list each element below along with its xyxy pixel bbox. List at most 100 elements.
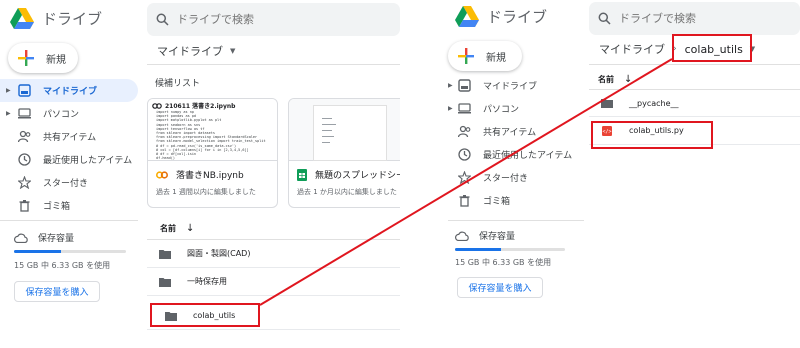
sidebar-item-label: パソコン [483,105,520,115]
storage-quota-fill [455,248,502,251]
item-name: 一時保存用 [187,277,227,286]
notebook-thumbnail: 210611 落書き2.ipynb import numpy as np impo… [148,99,277,161]
search-bar[interactable] [147,3,400,36]
header-divider [589,64,800,65]
card-name: 落書きNB.ipynb [156,168,244,181]
computer-icon [458,103,471,114]
plus-icon [458,48,474,64]
expand-caret-icon[interactable]: ▶ [448,105,453,112]
sidebar-item-starred[interactable]: スター付き [0,171,138,194]
search-bar[interactable] [589,2,800,35]
drive-logo-icon [10,8,34,29]
sidebar-item-label: 共有アイテム [43,133,97,143]
sidebar-item-shared[interactable]: 共有アイテム [0,125,138,148]
expand-caret-icon[interactable]: ▶ [6,87,11,94]
highlight-box-colab-utils-folder [150,303,260,327]
search-input[interactable] [619,12,789,25]
breadcrumb-my-drive[interactable]: マイドライブ [157,43,223,59]
sidebar-item-label: スター付き [483,174,529,184]
sidebar-item-label: マイドライブ [43,87,98,97]
column-header-label: 名前 [160,224,176,233]
app-name: ドライブ [42,10,103,28]
highlight-box-colab-utils-py [591,121,713,149]
cloud-icon [14,233,28,243]
computer-icon [18,108,31,119]
suggested-card-spreadsheet[interactable]: 無題のスプレッドシート 過去 1 か月以内に編集しました [288,98,400,208]
list-item[interactable]: __pycache__ [589,90,800,117]
left-drive-window: ドライブ 新規 ▶ マイドライブ ▶ パソコン 共有アイテム [0,0,400,348]
folder-icon [601,99,613,108]
sidebar-divider [448,220,584,221]
item-name: __pycache__ [629,98,679,108]
chevron-down-icon[interactable]: ▼ [230,47,235,55]
storage-quota-bar [455,248,565,251]
suggested-card-notebook[interactable]: 210611 落書き2.ipynb import numpy as np impo… [147,98,278,208]
new-button[interactable]: 新規 [8,43,78,73]
new-button-label: 新規 [46,54,66,66]
drive-logo[interactable]: ドライブ [455,6,547,27]
card-meta: 過去 1 か月以内に編集しました [297,188,397,196]
sidebar-item-starred[interactable]: スター付き [424,166,584,189]
breadcrumb-my-drive[interactable]: マイドライブ [599,41,665,57]
sidebar-item-label: ゴミ箱 [43,202,71,212]
app-name: ドライブ [487,8,548,26]
sidebar-item-label: ゴミ箱 [483,197,511,207]
storage-usage-text: 15 GB 中 6.33 GB を使用 [14,261,111,270]
column-header-name[interactable]: 名前 ↓ [160,223,194,234]
sort-arrow-icon[interactable]: ↓ [186,223,194,234]
sidebar-item-my-drive[interactable]: ▶ マイドライブ [0,79,138,102]
search-input[interactable] [177,13,377,26]
storage-usage-text: 15 GB 中 6.33 GB を使用 [455,258,552,267]
code-line: from sklearn.model_selection import trai… [156,139,266,144]
sidebar-item-trash[interactable]: ゴミ箱 [424,189,584,212]
spreadsheet-thumbnail [289,99,400,161]
shared-icon [18,130,31,143]
sidebar-item-recent[interactable]: 最近使用したアイテム [0,148,138,171]
list-item[interactable]: 一時保存用 [147,268,400,296]
right-drive-window: ドライブ 新規 ▶ マイドライブ ▶ パソコン 共有アイテム [424,0,800,348]
trash-icon [19,200,30,212]
my-drive-icon [18,84,31,97]
card-name: 無題のスプレッドシート [297,168,400,181]
card-meta: 過去 1 週間以内に編集しました [156,188,256,196]
storage-label: 保存容量 [479,232,516,242]
sidebar-item-my-drive[interactable]: ▶ マイドライブ [424,74,584,97]
column-header-name[interactable]: 名前 ↓ [598,74,632,85]
suggested-label: 候補リスト [155,79,201,89]
buy-storage-button[interactable]: 保存容量を購入 [457,277,543,298]
recent-icon [18,153,31,166]
new-button[interactable]: 新規 [448,41,522,71]
sheets-icon [297,168,307,181]
sidebar-item-trash[interactable]: ゴミ箱 [0,194,138,217]
sidebar-nav: ▶ マイドライブ ▶ パソコン 共有アイテム 最近使用したアイテム スター付き … [424,74,584,212]
colab-icon [152,102,162,109]
expand-caret-icon[interactable]: ▶ [448,82,453,89]
drive-logo[interactable]: ドライブ [10,8,102,29]
folder-icon [159,249,171,259]
sort-arrow-icon[interactable]: ↓ [624,74,632,85]
storage-link[interactable]: 保存容量 [14,231,74,244]
notebook-header: 210611 落書き2.ipynb [165,103,236,110]
sidebar-item-label: 最近使用したアイテム [483,151,573,161]
storage-label: 保存容量 [38,234,75,244]
colab-icon [156,170,168,179]
search-icon[interactable] [147,13,177,26]
storage-link[interactable]: 保存容量 [455,229,515,242]
sidebar-item-computers[interactable]: ▶ パソコン [424,97,584,120]
item-name: 図面・製図(CAD) [187,249,251,258]
list-item[interactable]: 図面・製図(CAD) [147,240,400,268]
header-divider [147,64,400,65]
folder-icon [159,277,171,287]
sidebar-item-label: マイドライブ [483,82,538,92]
buy-storage-button[interactable]: 保存容量を購入 [14,281,100,302]
expand-caret-icon[interactable]: ▶ [6,110,11,117]
search-icon[interactable] [589,12,619,25]
my-drive-icon [458,79,471,92]
sidebar-item-shared[interactable]: 共有アイテム [424,120,584,143]
breadcrumb: マイドライブ ▼ [157,43,235,59]
plus-icon [18,50,34,66]
storage-quota-bar [14,250,126,253]
code-preview: import numpy as np import pandas as pd imp… [156,110,266,160]
sidebar-item-computers[interactable]: ▶ パソコン [0,102,138,125]
sidebar-item-recent[interactable]: 最近使用したアイテム [424,143,584,166]
